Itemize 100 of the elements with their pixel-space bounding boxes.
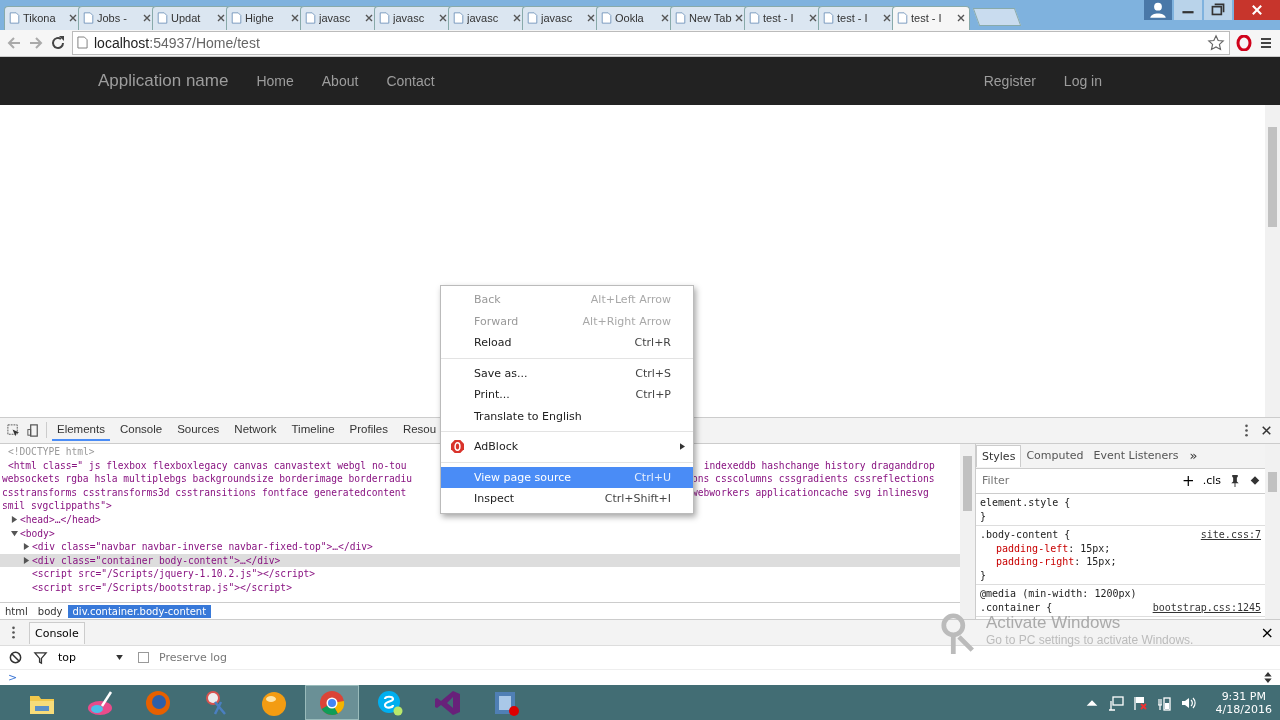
devtools-tab[interactable]: Console (114, 419, 168, 442)
css-brace: } (980, 510, 987, 522)
console-prompt[interactable]: > (8, 671, 18, 685)
close-icon[interactable] (513, 14, 521, 23)
reload-icon[interactable] (50, 34, 66, 51)
markup-line[interactable]: <html class=" js flexbox flexboxlegacy canvas canvastext webgl no-tou (8, 459, 440, 471)
source-link[interactable]: site.css:7 (1200, 529, 1261, 540)
markup-line: smil svgclippaths"> (2, 500, 112, 512)
css-brace: } (980, 569, 987, 581)
scrollbar[interactable] (960, 443, 975, 620)
clear-icon[interactable] (8, 650, 23, 666)
activation-title: Activate Windows (986, 613, 1122, 633)
expanded-arrow-icon[interactable] (11, 529, 18, 537)
close-icon[interactable] (735, 14, 743, 23)
close-icon[interactable] (291, 14, 299, 23)
menu-item[interactable]: Print... Ctrl+P (441, 384, 693, 406)
markup-line[interactable]: <script src="/Scripts/jquery-1.10.2.js"></script> (32, 568, 316, 580)
nav-link[interactable]: Register (983, 72, 1036, 89)
markup-line[interactable]: <div class="navbar navbar-inverse navbar-fixed-top">…</div> (32, 541, 373, 553)
taskbar-app[interactable] (306, 686, 358, 720)
console-tab[interactable]: Console (29, 621, 85, 644)
devtools-tab[interactable]: Elements (52, 419, 110, 442)
close-icon[interactable] (365, 14, 373, 23)
collapsed-arrow-icon[interactable] (23, 556, 30, 564)
menu-item[interactable]: Save as... Ctrl+S (441, 362, 693, 384)
breadcrumb[interactable]: body (32, 604, 68, 618)
close-icon[interactable] (587, 14, 595, 23)
scrollbar[interactable] (1265, 104, 1280, 417)
devtools-tab[interactable]: Sources (172, 419, 225, 442)
close-icon[interactable] (809, 14, 817, 23)
collapsed-arrow-icon[interactable] (23, 543, 30, 551)
markup-line: webworkers applicationcache svg inlinesvg (692, 486, 929, 498)
battery-icon[interactable] (1155, 694, 1172, 711)
markup-line: indexeddb hashchange history draganddrop (702, 459, 935, 471)
ring-icon[interactable] (1236, 34, 1252, 51)
resize-icon[interactable] (1264, 672, 1272, 684)
more-tabs-button[interactable]: » (1183, 448, 1204, 464)
inspect-icon[interactable] (6, 422, 21, 438)
devtools-tab[interactable]: Network (229, 419, 282, 442)
nav-link[interactable]: Log in (1063, 72, 1102, 89)
star-icon[interactable] (1207, 33, 1225, 52)
flag-icon[interactable] (1131, 694, 1148, 711)
breadcrumb[interactable]: div.container.body-content (67, 604, 212, 618)
nav-link[interactable]: About (321, 72, 359, 89)
collapsed-arrow-icon[interactable] (11, 516, 18, 524)
user-icon[interactable] (1144, 0, 1172, 20)
markup-line[interactable]: <script src="/Scripts/bootstrap.js"></script> (32, 582, 292, 593)
filter-icon[interactable] (33, 650, 48, 666)
source-link[interactable]: bootstrap.css:1245 (1152, 601, 1261, 613)
devtools-tab[interactable]: Profiles (344, 419, 393, 442)
close-icon[interactable] (143, 14, 151, 23)
submenu-arrow-icon (680, 443, 685, 451)
menu-item[interactable]: Inspect Ctrl+Shift+I (441, 488, 693, 510)
clock-date[interactable]: 4/18/2016 (1215, 702, 1272, 716)
clock-time[interactable]: 9:31 PM (1221, 689, 1266, 703)
sidebar-tab[interactable]: Event Listeners (1088, 445, 1184, 467)
scrollbar[interactable] (1265, 443, 1280, 620)
breadcrumb[interactable]: html (0, 604, 33, 618)
brand-link[interactable]: Application name (98, 70, 229, 91)
device-icon[interactable] (26, 422, 41, 438)
network-icon[interactable] (1107, 694, 1124, 711)
media-query: @media (min-width: 1200px) (980, 588, 1137, 599)
devtools-tab[interactable]: Resou (397, 419, 442, 442)
close-icon[interactable] (957, 14, 965, 23)
menu-item[interactable]: Translate to English (441, 405, 693, 427)
close-icon[interactable] (661, 14, 669, 23)
menu-item[interactable]: AdBlock (441, 436, 693, 458)
minimize-icon[interactable] (1174, 0, 1202, 20)
context-dropdown[interactable]: top (58, 651, 128, 665)
page-icon (9, 12, 20, 25)
checkbox-label: Preserve log (159, 651, 228, 665)
markup-line: csstransforms csstransforms3d csstransitions fontface generatedcontent (2, 486, 408, 498)
close-icon[interactable] (883, 14, 891, 23)
close-button[interactable]: × (1260, 623, 1274, 643)
markup-line[interactable]: <body> (20, 527, 55, 539)
sidebar-tab[interactable]: Computed (1021, 445, 1089, 467)
menu-item[interactable]: Reload Ctrl+R (441, 332, 693, 354)
css-selector: .container { (980, 601, 1053, 613)
class-toggle-button[interactable]: .cls (1202, 474, 1221, 488)
address-bar[interactable]: localhost:54937/Home/test (72, 30, 1230, 55)
close-icon[interactable] (439, 14, 447, 23)
restore-icon[interactable] (1204, 0, 1232, 20)
page-icon (77, 36, 88, 50)
css-selector: .body-content { (980, 529, 1071, 540)
css-property: padding-left (996, 542, 1069, 554)
devtools-tab[interactable]: Timeline (286, 419, 340, 442)
css-value: : 15px; (1074, 556, 1117, 567)
stop-sign-icon (451, 440, 464, 454)
css-selector: element.style { (980, 497, 1071, 508)
markup-line: websockets rgba hsla multiplebgs backgroundsize borderimage borderradiu (2, 473, 414, 485)
browser-tab[interactable]: test - I (892, 5, 970, 30)
nav-link[interactable]: Home (256, 72, 294, 89)
sidebar-tab[interactable]: Styles (976, 444, 1022, 467)
close-icon[interactable] (69, 14, 77, 23)
add-rule-button[interactable]: + (1182, 471, 1195, 490)
checkbox[interactable] (138, 652, 149, 664)
markup-line[interactable]: <head>…</head> (20, 514, 101, 526)
nav-link[interactable]: Contact (386, 72, 435, 89)
css-property: padding-right (996, 556, 1075, 567)
close-icon[interactable] (217, 14, 225, 23)
